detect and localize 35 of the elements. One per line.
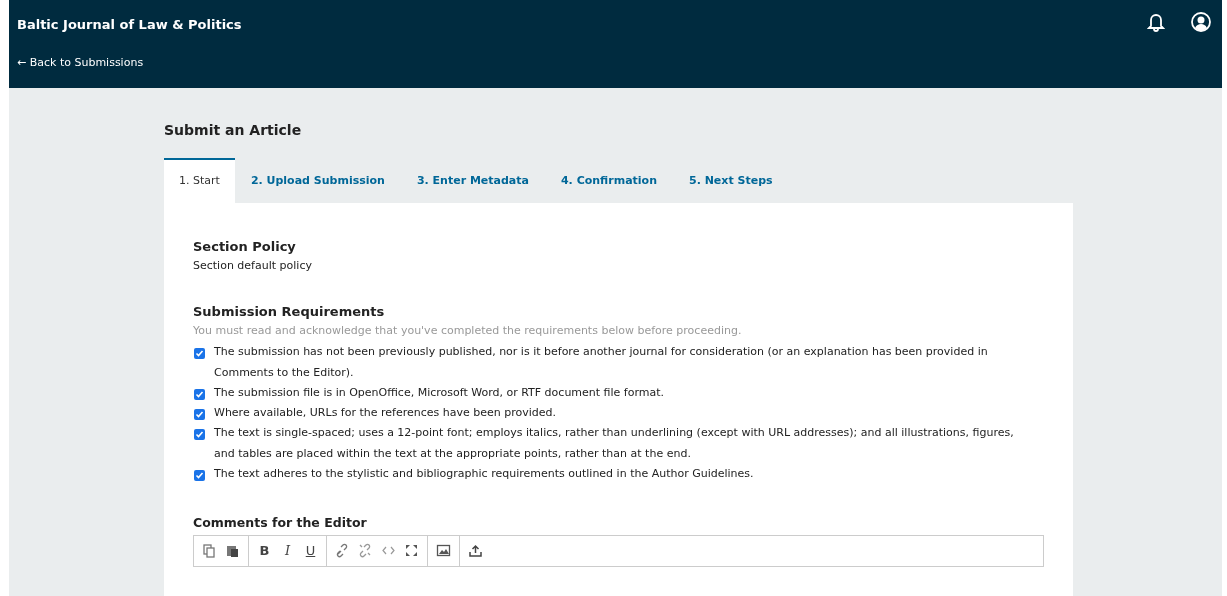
requirement-text: The text is single-spaced; uses a 12-point font; employs italics, rather than underlining (except with URL addresses); and all illustrations, figures, and tables are placed within the text at the appropriate points, rather than at the end.: [214, 425, 1015, 462]
section-text: Section default policy: [193, 257, 313, 274]
copy-icon: [202, 543, 217, 559]
bold-button[interactable]: B: [253, 538, 276, 563]
checkbox[interactable]: [194, 429, 205, 440]
unlink-icon: [358, 543, 373, 559]
checkbox[interactable]: [194, 470, 205, 481]
fullscreen-icon: [404, 543, 419, 559]
checkbox[interactable]: [194, 348, 205, 359]
upload-icon: [468, 543, 483, 559]
back-link[interactable]: ← Back to Submissions: [17, 54, 242, 71]
step-tab[interactable]: 5. Next Steps: [673, 158, 789, 203]
checkbox[interactable]: [194, 409, 205, 420]
italic-button[interactable]: I: [276, 538, 299, 563]
paste-icon: [225, 543, 240, 559]
image-icon: [436, 543, 451, 559]
link-icon: [335, 543, 350, 559]
requirement-text: The submission file is in OpenOffice, Microsoft Word, or RTF document file format.: [214, 385, 665, 401]
requirement-text: The submission has not been previously published, nor is it before another journal for consideration (or an explanation has been provided in Comments to the Editor).: [214, 344, 989, 381]
requirement-text: The text adheres to the stylistic and bibliographic requirements outlined in the Author Guidelines.: [214, 466, 754, 482]
user-avatar-icon[interactable]: [1191, 12, 1211, 32]
field-label: Comments for the Editor: [193, 514, 368, 532]
requirements-description: You must read and acknowledge that you've completed the requirements below before proceeding.: [193, 322, 743, 339]
notification-bell-icon[interactable]: [1147, 12, 1165, 32]
section-heading: Submission Requirements: [193, 303, 386, 321]
step-tab[interactable]: 2. Upload Submission: [234, 158, 401, 203]
underline-button[interactable]: U: [299, 538, 322, 563]
requirement-text: Where available, URLs for the references have been provided.: [214, 405, 557, 421]
checkbox[interactable]: [194, 389, 205, 400]
step-tab[interactable]: 1. Start: [164, 158, 235, 203]
step-tab[interactable]: 3. Enter Metadata: [400, 158, 545, 203]
page-title: Submit an Article: [164, 121, 303, 140]
section-heading: Section Policy: [193, 238, 297, 256]
step-tab[interactable]: 4. Confirmation: [544, 158, 673, 203]
journal-title[interactable]: Baltic Journal of Law & Politics: [17, 15, 242, 35]
